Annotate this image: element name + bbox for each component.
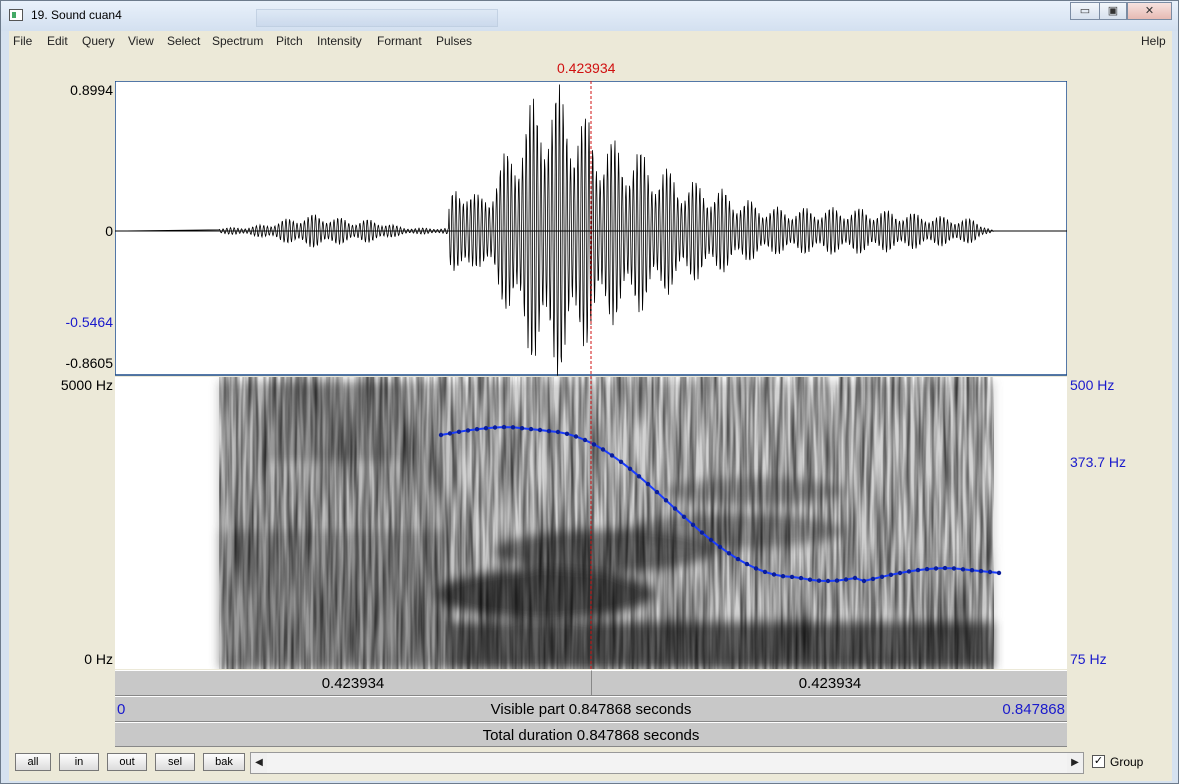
segment-right-label: 0.423934 (798, 675, 862, 692)
waveform-max-label: 0.8994 (70, 82, 113, 98)
total-duration-label: Total duration 0.847868 seconds (482, 727, 700, 744)
editor-area: 0.423934 0.8994 0 -0.5464 -0.8605 5000 H… (9, 51, 1172, 747)
menu-query[interactable]: Query (82, 34, 115, 48)
praat-sound-window: 19. Sound cuan4 ▭ ▣ ✕ File Edit Query Vi… (0, 0, 1179, 784)
waveform-zero-label: 0 (105, 223, 113, 239)
total-duration-bar[interactable]: Total duration 0.847868 seconds (115, 722, 1067, 747)
pitch-marker-label: 373.7 Hz (1070, 454, 1127, 470)
spectrogram-bottom-freq-label: 0 Hz (84, 651, 113, 667)
zoom-out-button[interactable]: out (107, 753, 147, 771)
menu-help[interactable]: Help (1141, 34, 1166, 48)
menu-select[interactable]: Select (167, 34, 200, 48)
group-label: Group (1110, 755, 1144, 769)
zoom-all-button[interactable]: all (15, 753, 51, 771)
waveform-marker-label: -0.5464 (65, 314, 113, 330)
scroll-left-arrow-icon[interactable]: ◀ (251, 753, 267, 773)
menu-bar: File Edit Query View Select Spectrum Pit… (9, 31, 1172, 51)
segment-bar-left[interactable]: 0.423934 (115, 670, 591, 696)
menu-pitch[interactable]: Pitch (276, 34, 303, 48)
scroll-right-arrow-icon[interactable]: ▶ (1067, 753, 1083, 773)
zoom-selection-button[interactable]: sel (155, 753, 195, 771)
menu-view[interactable]: View (128, 34, 154, 48)
zoom-in-button[interactable]: in (59, 753, 99, 771)
menu-spectrum[interactable]: Spectrum (212, 34, 263, 48)
cursor-time-label: 0.423934 (557, 60, 616, 76)
segment-left-label: 0.423934 (321, 675, 385, 692)
spectrogram-top-freq-label: 5000 Hz (60, 377, 113, 393)
group-checkbox[interactable]: ✓ (1092, 755, 1105, 768)
window-title: 19. Sound cuan4 (31, 8, 122, 22)
menu-intensity[interactable]: Intensity (317, 34, 362, 48)
visible-end-label: 0.847868 (1002, 701, 1065, 718)
visible-part-label: Visible part 0.847868 seconds (490, 701, 692, 718)
time-scrollbar[interactable]: ◀ ▶ (250, 752, 1084, 774)
menu-edit[interactable]: Edit (47, 34, 68, 48)
maximize-button[interactable]: ▣ (1099, 2, 1127, 20)
signal-display[interactable] (115, 81, 1067, 669)
pitch-bottom-label: 75 Hz (1070, 651, 1107, 667)
waveform-min-label: -0.8605 (65, 355, 113, 371)
menu-formant[interactable]: Formant (377, 34, 422, 48)
zoom-back-button[interactable]: bak (203, 753, 245, 771)
title-bar: 19. Sound cuan4 ▭ ▣ ✕ (1, 1, 1178, 31)
pitch-top-label: 500 Hz (1070, 377, 1115, 393)
minimize-button[interactable]: ▭ (1070, 2, 1100, 20)
app-icon (9, 9, 23, 21)
bottom-toolbar: all in out sel bak ◀ ▶ ✓ Group (9, 747, 1172, 781)
close-button[interactable]: ✕ (1127, 2, 1172, 20)
segment-bar-right[interactable]: 0.423934 (591, 670, 1067, 696)
spectrogram-image (219, 377, 994, 669)
menu-file[interactable]: File (13, 34, 32, 48)
menu-pulses[interactable]: Pulses (436, 34, 472, 48)
background-window-ghost (256, 9, 498, 27)
visible-part-bar[interactable]: 0 Visible part 0.847868 seconds 0.847868 (115, 696, 1067, 722)
